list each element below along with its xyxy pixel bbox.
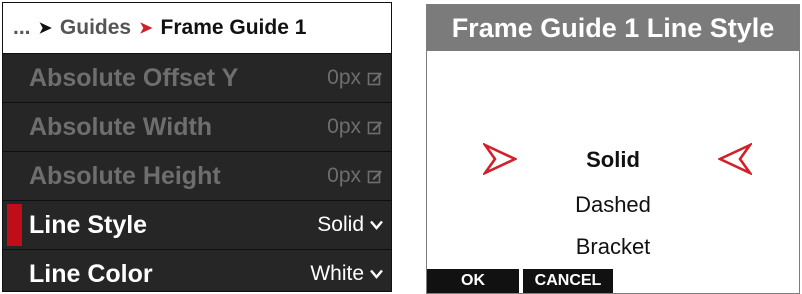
menu-item-value: 0px	[327, 66, 383, 90]
menu-item-value-text: 0px	[327, 164, 361, 187]
breadcrumb-current: Frame Guide 1	[160, 16, 307, 39]
edit-icon	[367, 170, 382, 184]
menu-item-value[interactable]: White	[310, 262, 383, 286]
option-bracket[interactable]: Bracket	[427, 234, 799, 260]
edit-icon	[367, 121, 382, 135]
chevron-down-icon	[370, 220, 383, 230]
settings-menu-panel: ... ➤ Guides ➤ Frame Guide 1 Absolute Of…	[2, 2, 392, 292]
breadcrumb-guides[interactable]: Guides	[60, 16, 131, 40]
menu-item-value[interactable]: Solid	[317, 213, 383, 237]
menu-item-value-text: White	[310, 262, 364, 285]
edit-icon	[367, 72, 382, 86]
chevron-down-icon	[370, 269, 383, 279]
selection-indicator	[7, 204, 22, 246]
menu-item-label: Absolute Offset Y	[29, 63, 239, 92]
menu-item-absolute-offset-y: Absolute Offset Y 0px	[3, 53, 391, 102]
cancel-button[interactable]: CANCEL	[523, 269, 613, 293]
menu-item-absolute-width: Absolute Width 0px	[3, 102, 391, 151]
menu-item-label: Line Style	[29, 210, 148, 239]
menu-item-value-text: 0px	[327, 115, 361, 138]
menu-item-value-text: 0px	[327, 66, 361, 89]
option-dashed[interactable]: Dashed	[427, 192, 799, 218]
breadcrumb-separator-active-icon: ➤	[139, 20, 153, 37]
menu-item-line-color[interactable]: Line Color White	[3, 249, 391, 291]
line-style-dialog: Frame Guide 1 Line Style Solid Dashed Br…	[426, 4, 800, 294]
menu-item-line-style[interactable]: Line Style Solid	[3, 200, 391, 249]
menu-item-label: Absolute Width	[29, 112, 213, 141]
menu-item-value-text: Solid	[317, 213, 364, 236]
menu-item-label: Line Color	[29, 259, 153, 288]
breadcrumb: ... ➤ Guides ➤ Frame Guide 1	[3, 3, 391, 53]
menu-item-value: 0px	[327, 115, 383, 139]
dialog-title: Frame Guide 1 Line Style	[427, 5, 799, 51]
breadcrumb-ellipsis[interactable]: ...	[13, 16, 31, 40]
menu-item-value: 0px	[327, 164, 383, 188]
menu-item-label: Absolute Height	[29, 161, 221, 190]
select-left-arrow-icon	[718, 143, 752, 175]
ok-button[interactable]: OK	[427, 269, 519, 293]
breadcrumb-separator-icon: ➤	[38, 20, 52, 37]
menu-item-absolute-height: Absolute Height 0px	[3, 151, 391, 200]
